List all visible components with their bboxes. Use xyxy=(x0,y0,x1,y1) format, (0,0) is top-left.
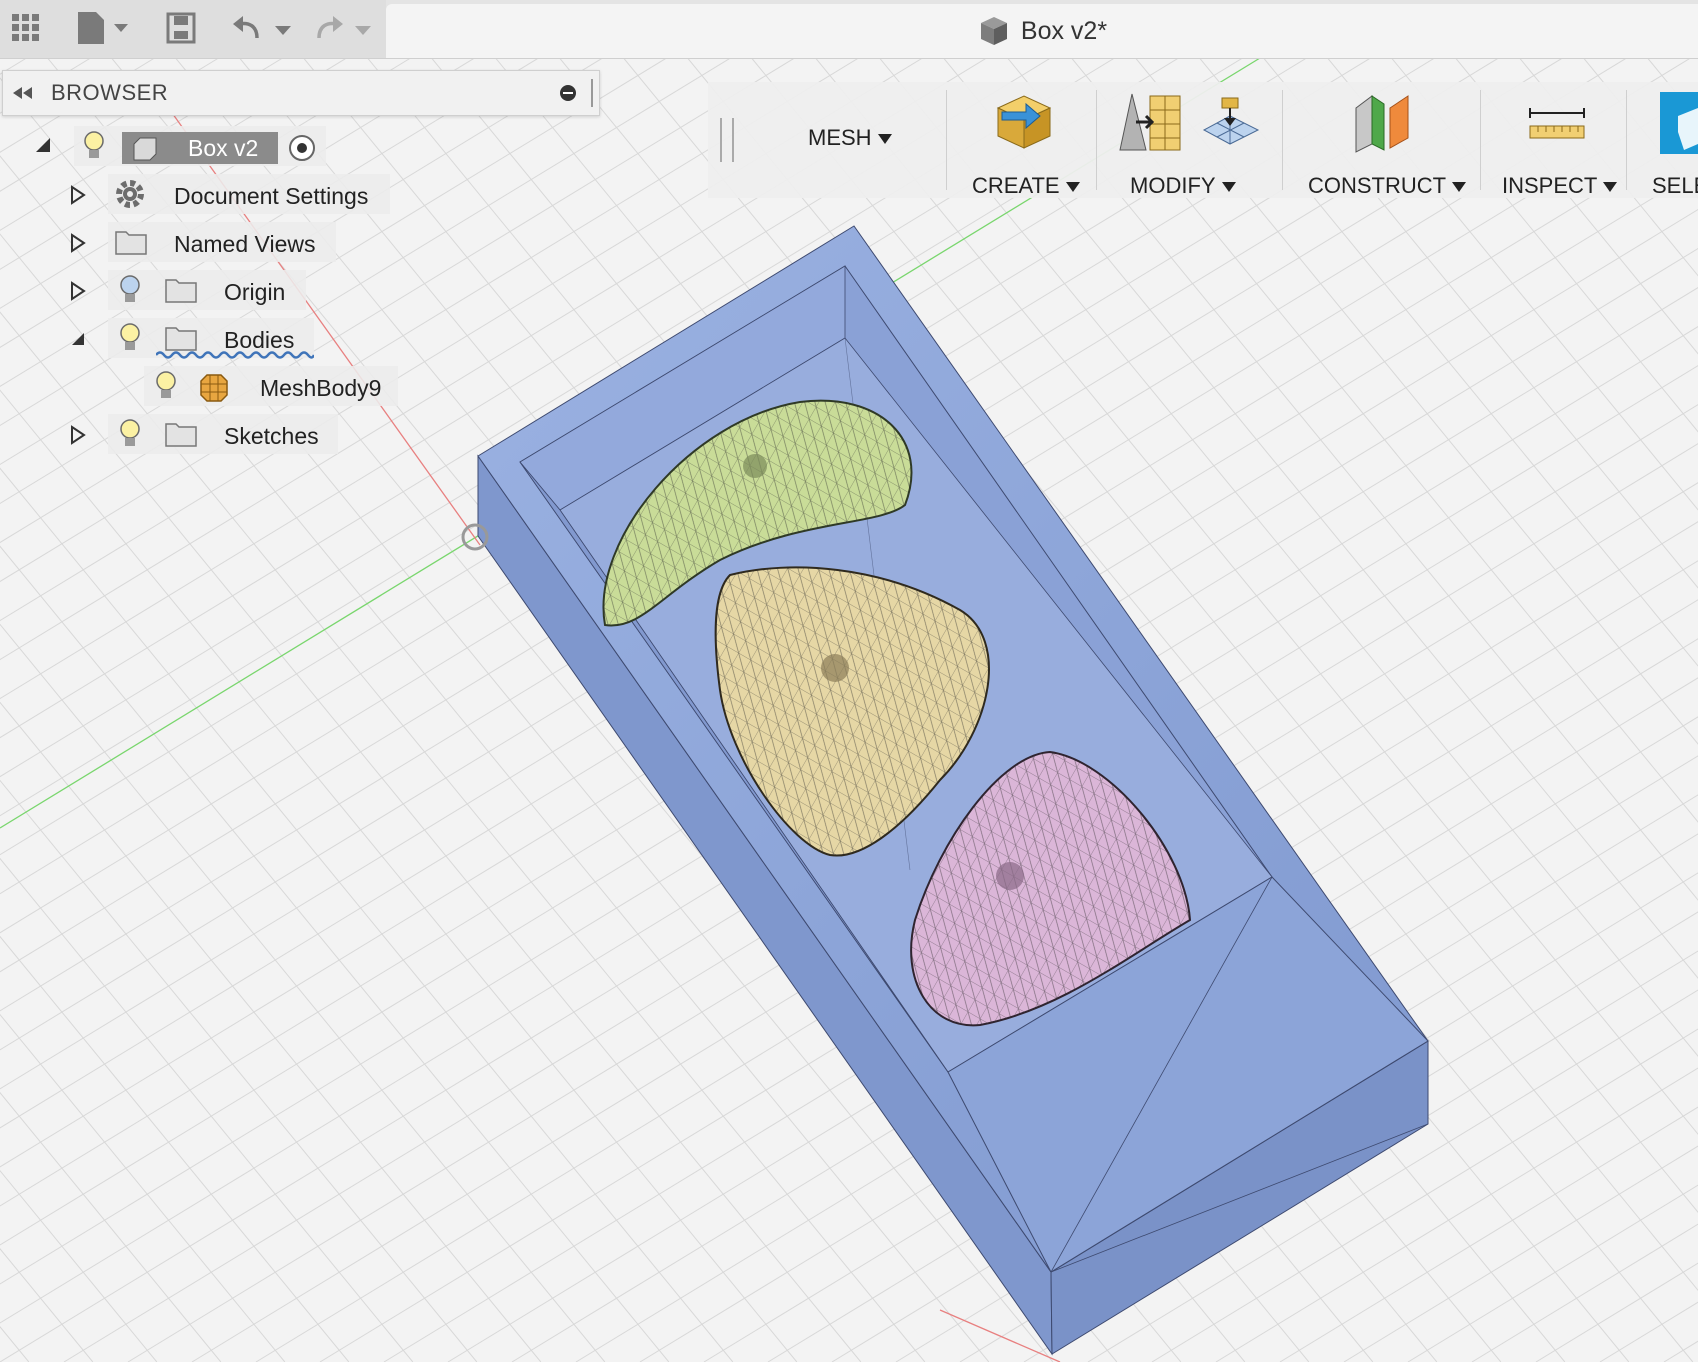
lightbulb-icon[interactable] xyxy=(82,130,106,162)
document-cube-icon xyxy=(980,17,1007,45)
modify-mesh-button[interactable] xyxy=(1200,94,1262,159)
expand-triangle-icon[interactable] xyxy=(70,425,86,445)
double-chevron-left-icon xyxy=(13,87,32,99)
inspect-menu[interactable]: INSPECT xyxy=(1502,172,1618,200)
create-form-icon xyxy=(996,95,1052,149)
tree-root-label: Box v2 xyxy=(188,135,259,161)
select-menu[interactable]: SELE xyxy=(1652,172,1698,200)
activate-radio-icon[interactable] xyxy=(288,134,316,162)
lightbulb-off-icon[interactable] xyxy=(118,274,142,306)
quick-access-bar xyxy=(0,0,386,58)
folder-icon xyxy=(164,420,198,448)
browser-title: BROWSER xyxy=(51,80,169,105)
panel-drag-handle[interactable] xyxy=(591,79,593,107)
inspect-measure-button[interactable] xyxy=(1526,104,1588,149)
minus-circle-icon xyxy=(560,85,576,101)
browser-options-button[interactable] xyxy=(559,84,577,107)
file-menu-button[interactable] xyxy=(74,8,134,48)
mesh-surface-icon xyxy=(1202,97,1260,145)
app-topbar: Box v2* xyxy=(0,0,1698,59)
document-title: Box v2* xyxy=(386,4,1698,58)
lightbulb-icon[interactable] xyxy=(118,322,142,354)
lightbulb-icon[interactable] xyxy=(118,418,142,450)
document-title-text: Box v2* xyxy=(1020,16,1108,45)
create-menu[interactable]: CREATE xyxy=(972,172,1080,200)
construct-plane-button[interactable] xyxy=(1350,90,1416,159)
expand-triangle-icon[interactable] xyxy=(70,233,86,253)
toolbar-separator xyxy=(946,90,947,190)
toolbar-separator xyxy=(1480,90,1481,190)
split-body-icon xyxy=(1119,93,1181,151)
offset-plane-icon xyxy=(1355,95,1409,153)
redo-icon xyxy=(317,16,371,39)
tree-item-label: Document Settings xyxy=(174,183,369,209)
toolbar-separator xyxy=(1096,90,1097,190)
grid-menu-icon xyxy=(12,14,39,41)
toolbar-separator xyxy=(1626,90,1627,190)
modify-menu[interactable]: MODIFY xyxy=(1130,172,1236,200)
redo-button[interactable] xyxy=(310,8,380,48)
document-tab[interactable]: Box v2* xyxy=(386,4,1698,58)
folder-icon xyxy=(114,228,148,256)
app-grid-button[interactable] xyxy=(6,8,46,48)
expand-triangle-icon[interactable] xyxy=(70,185,86,205)
collapse-browser-button[interactable] xyxy=(11,83,35,108)
workspace-switcher[interactable]: MESH xyxy=(808,118,892,158)
folder-icon xyxy=(164,324,198,352)
expand-triangle-open-icon[interactable] xyxy=(70,331,86,347)
warning-squiggle xyxy=(156,351,314,359)
folder-icon xyxy=(164,276,198,304)
ruler-icon xyxy=(1529,108,1585,139)
toolbar-grip[interactable] xyxy=(720,118,734,162)
save-button[interactable] xyxy=(164,8,198,48)
expand-triangle-icon[interactable] xyxy=(70,281,86,301)
create-form-button[interactable] xyxy=(992,90,1056,157)
save-icon xyxy=(166,12,196,44)
construct-menu[interactable]: CONSTRUCT xyxy=(1308,172,1467,200)
ribbon-toolbar: MESH CREATE MODIFY CONSTRUCT INSPECT SEL xyxy=(708,82,1698,198)
component-icon xyxy=(132,136,158,162)
tree-item-label: Sketches xyxy=(224,423,319,449)
toolbar-separator xyxy=(1282,90,1283,190)
browser-panel-header: BROWSER xyxy=(2,70,600,116)
workspace-label: MESH xyxy=(808,125,872,150)
tree-item-label: Origin xyxy=(224,279,286,305)
file-icon xyxy=(78,12,128,44)
modify-split-button[interactable] xyxy=(1118,92,1182,157)
expand-triangle-open-icon[interactable] xyxy=(34,136,52,154)
select-button[interactable] xyxy=(1660,92,1698,154)
tree-item-label: Named Views xyxy=(174,231,316,257)
lightbulb-icon[interactable] xyxy=(154,370,178,402)
gear-icon xyxy=(114,178,146,210)
tree-item-label: MeshBody9 xyxy=(260,375,382,401)
select-cube-icon xyxy=(1678,108,1698,150)
mesh-body-icon xyxy=(198,372,230,404)
undo-icon xyxy=(233,16,291,39)
undo-button[interactable] xyxy=(230,8,300,48)
